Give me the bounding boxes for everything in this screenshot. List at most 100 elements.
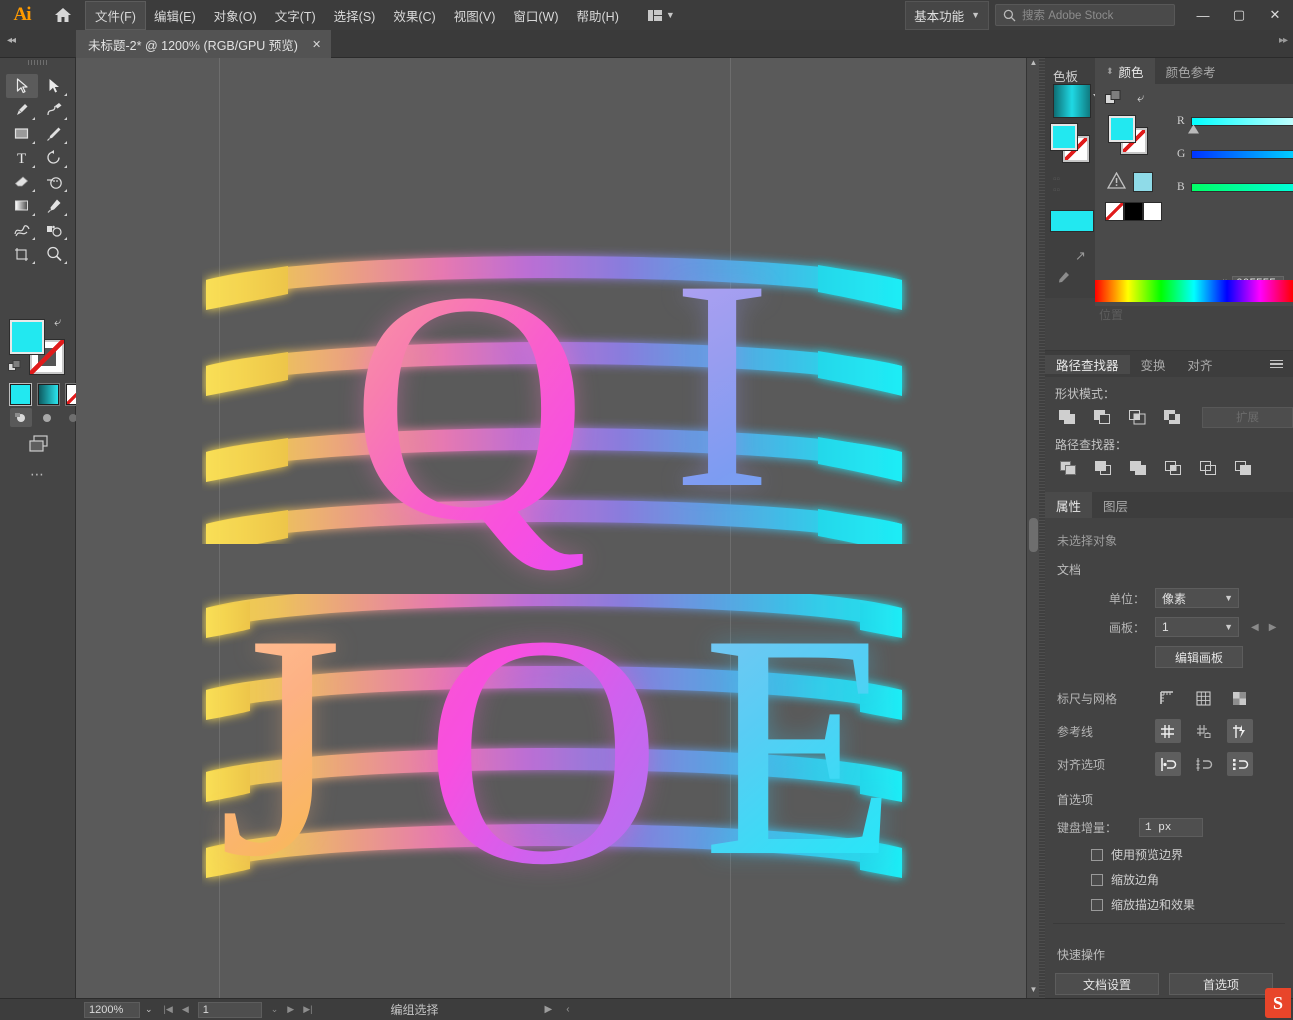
menu-item-type[interactable]: 文字(T) bbox=[266, 2, 325, 29]
divide-button[interactable] bbox=[1055, 457, 1081, 479]
home-icon[interactable] bbox=[44, 0, 82, 30]
tab-align[interactable]: 对齐 bbox=[1177, 355, 1224, 374]
swatches-arrow-icon[interactable]: ↗ bbox=[1075, 248, 1086, 264]
panel-menu-icon[interactable] bbox=[1270, 359, 1283, 369]
menu-item-window[interactable]: 窗口(W) bbox=[504, 2, 567, 29]
blend-tool[interactable] bbox=[6, 218, 38, 242]
artboard-select[interactable]: 1 ▼ bbox=[1155, 617, 1239, 637]
scale-corners-checkbox[interactable] bbox=[1091, 873, 1103, 886]
fill-swatch[interactable] bbox=[10, 320, 44, 354]
use-preview-bounds-checkbox[interactable] bbox=[1091, 848, 1103, 861]
preferences-button[interactable]: 首选项 bbox=[1169, 973, 1273, 995]
black-swatch[interactable] bbox=[1124, 202, 1143, 221]
artwork[interactable]: Q I J O E bbox=[202, 224, 918, 916]
vscroll-thumb[interactable] bbox=[1029, 518, 1038, 552]
scale-strokes-effects-checkbox[interactable] bbox=[1091, 898, 1103, 911]
keyboard-increment-input[interactable]: 1 px bbox=[1139, 818, 1203, 837]
pen-tool[interactable] bbox=[6, 98, 38, 122]
white-swatch[interactable] bbox=[1143, 202, 1162, 221]
artboard-dropdown-icon[interactable]: ⌄ bbox=[271, 1004, 279, 1015]
menu-item-effect[interactable]: 效果(C) bbox=[384, 2, 444, 29]
draw-normal-icon[interactable] bbox=[10, 408, 32, 427]
snap-to-pixel-icon[interactable] bbox=[1227, 752, 1253, 776]
slider-track-b[interactable] bbox=[1191, 182, 1293, 192]
arrange-documents-button[interactable]: ▼ bbox=[642, 9, 681, 21]
type-tool[interactable]: T bbox=[6, 146, 38, 170]
eyedropper-small-icon[interactable] bbox=[1055, 270, 1071, 289]
swatches-active-color-bar[interactable] bbox=[1050, 210, 1094, 232]
eyedropper-tool[interactable] bbox=[38, 194, 70, 218]
edit-artboard-button[interactable]: 编辑画板 bbox=[1155, 646, 1243, 668]
show-rulers-icon[interactable] bbox=[1155, 686, 1181, 710]
minus-front-button[interactable] bbox=[1090, 406, 1116, 428]
status-play-icon[interactable]: ▶ bbox=[544, 1004, 552, 1015]
gradient-button[interactable] bbox=[37, 383, 60, 406]
curvature-tool[interactable] bbox=[38, 98, 70, 122]
snap-to-point-icon[interactable] bbox=[1155, 752, 1181, 776]
trim-button[interactable] bbox=[1090, 457, 1116, 479]
direct-selection-tool[interactable] bbox=[38, 74, 70, 98]
workspace-switcher[interactable]: 基本功能 ▼ bbox=[905, 0, 989, 30]
status-menu-icon[interactable]: ‹ bbox=[566, 1004, 569, 1015]
last-artboard-icon[interactable]: ▶| bbox=[303, 1004, 312, 1015]
canvas-area[interactable]: Q I J O E bbox=[76, 58, 1026, 998]
tab-pathfinder[interactable]: 路径查找器 bbox=[1045, 354, 1130, 374]
canvas-vertical-scrollbar[interactable]: ▲ ▼ bbox=[1026, 58, 1039, 998]
draw-behind-icon[interactable] bbox=[36, 408, 58, 427]
out-of-gamut-warning-icon[interactable] bbox=[1106, 171, 1127, 192]
selection-tool[interactable] bbox=[6, 74, 38, 98]
default-fill-stroke-icon[interactable] bbox=[8, 360, 22, 377]
symbol-sprayer-tool[interactable] bbox=[38, 218, 70, 242]
first-artboard-icon[interactable]: |◀ bbox=[164, 1004, 173, 1015]
minus-back-button[interactable] bbox=[1230, 457, 1256, 479]
color-fill-swatch[interactable] bbox=[1109, 116, 1135, 142]
show-guides-icon[interactable] bbox=[1155, 719, 1181, 743]
slider-track-g[interactable] bbox=[1191, 149, 1293, 159]
screen-mode-icon[interactable] bbox=[28, 434, 52, 457]
stock-search-input[interactable]: 搜索 Adobe Stock bbox=[995, 4, 1175, 26]
revert-color-icon[interactable]: ⤶ bbox=[1137, 90, 1144, 106]
maximize-button[interactable]: ▢ bbox=[1221, 0, 1257, 30]
menu-item-object[interactable]: 对象(O) bbox=[205, 2, 266, 29]
artboard-number-input[interactable]: 1 bbox=[197, 1001, 262, 1018]
document-setup-button[interactable]: 文档设置 bbox=[1055, 973, 1159, 995]
menu-item-help[interactable]: 帮助(H) bbox=[568, 2, 628, 29]
units-select[interactable]: 像素 ▼ bbox=[1155, 588, 1239, 608]
rectangle-tool[interactable] bbox=[6, 122, 38, 146]
toolbar-drag-handle[interactable] bbox=[0, 58, 75, 70]
merge-button[interactable] bbox=[1125, 457, 1151, 479]
document-tab[interactable]: 未标题-2* @ 1200% (RGB/GPU 预览) ✕ bbox=[76, 30, 332, 58]
status-text[interactable]: 编组选择 bbox=[390, 1001, 438, 1018]
menu-item-view[interactable]: 视图(V) bbox=[445, 2, 505, 29]
in-gamut-color-swatch[interactable] bbox=[1133, 172, 1153, 192]
gradient-tool[interactable] bbox=[6, 194, 38, 218]
smart-guides-icon[interactable] bbox=[1227, 719, 1253, 743]
snap-to-grid-icon[interactable] bbox=[1191, 752, 1217, 776]
previous-artboard-icon[interactable]: ◀ bbox=[182, 1004, 189, 1015]
minimize-button[interactable]: — bbox=[1185, 0, 1221, 30]
close-button[interactable]: ✕ bbox=[1257, 0, 1293, 30]
intersect-button[interactable] bbox=[1124, 406, 1150, 428]
show-grid-icon[interactable] bbox=[1191, 686, 1217, 710]
none-swatch-icon[interactable] bbox=[1105, 202, 1124, 221]
next-artboard-icon[interactable]: ▶ bbox=[287, 1004, 294, 1015]
paintbrush-tool[interactable] bbox=[38, 122, 70, 146]
tab-layers[interactable]: 图层 bbox=[1092, 492, 1139, 518]
artboard-tool[interactable] bbox=[6, 242, 38, 266]
crop-button[interactable] bbox=[1160, 457, 1186, 479]
zoom-tool[interactable] bbox=[38, 242, 70, 266]
next-artboard-icon[interactable]: ▶ bbox=[1269, 622, 1277, 633]
unite-button[interactable] bbox=[1055, 406, 1081, 428]
expand-button[interactable]: 扩展 bbox=[1201, 406, 1293, 428]
exclude-button[interactable] bbox=[1159, 406, 1185, 428]
menu-item-file[interactable]: 文件(F) bbox=[85, 0, 146, 30]
zoom-dropdown-icon[interactable]: ⌄ bbox=[145, 1004, 153, 1015]
show-transparency-grid-icon[interactable] bbox=[1227, 686, 1253, 710]
outline-button[interactable] bbox=[1195, 457, 1221, 479]
scale-strokes-effects-row[interactable]: 缩放描边和效果 bbox=[1045, 896, 1293, 913]
scale-corners-row[interactable]: 缩放边角 bbox=[1045, 871, 1293, 888]
edit-toolbar-icon[interactable]: ⋯ bbox=[30, 466, 45, 483]
previous-artboard-icon[interactable]: ◀ bbox=[1251, 622, 1259, 633]
use-preview-bounds-row[interactable]: 使用预览边界 bbox=[1045, 846, 1293, 863]
slider-track-r[interactable] bbox=[1188, 116, 1293, 134]
